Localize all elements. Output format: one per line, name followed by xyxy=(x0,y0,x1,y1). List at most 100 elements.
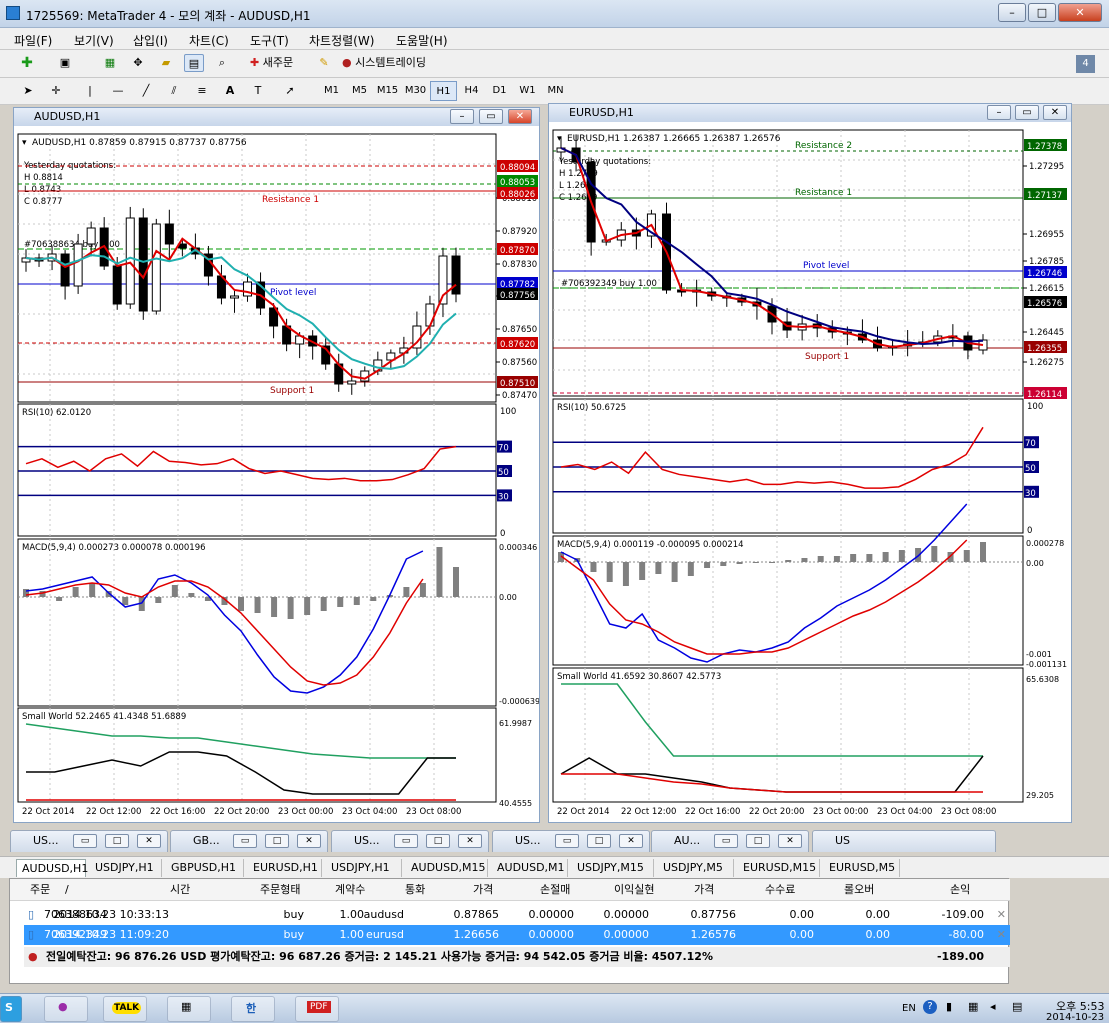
timeframe-h4[interactable]: H4 xyxy=(458,81,485,101)
tray-icon-2[interactable]: ▤ xyxy=(1012,1000,1022,1013)
messenger-task[interactable]: ● xyxy=(44,996,88,1022)
candle[interactable] xyxy=(125,217,135,305)
window-maximize-icon[interactable]: □ xyxy=(105,834,129,848)
chart-restore-button[interactable]: ▭ xyxy=(1015,105,1039,120)
text-tool[interactable]: A xyxy=(220,82,240,100)
window-maximize-icon[interactable]: □ xyxy=(265,834,289,848)
new-order-button[interactable]: ✚ 새주문 xyxy=(250,54,308,72)
column-header[interactable]: 손익 xyxy=(950,879,970,901)
timeframe-d1[interactable]: D1 xyxy=(486,81,513,101)
timeframe-mn[interactable]: MN xyxy=(542,81,569,101)
menu-charts[interactable]: 차트(C) xyxy=(189,32,229,49)
chart-restore-button[interactable]: ▭ xyxy=(479,109,503,124)
chart-tab[interactable]: EURUSD,M15 xyxy=(738,859,820,877)
cursor-tool[interactable]: ➤ xyxy=(18,82,38,100)
chart-tab[interactable]: AUDUSD,M1 xyxy=(492,859,568,877)
column-header[interactable]: 통화 xyxy=(405,879,425,901)
chart-window-audusd[interactable]: AUDUSD,H1 – ▭ ✕ AUDUSD,H1 0.87859 0.8791… xyxy=(13,107,540,823)
navigator-button[interactable]: ✥ xyxy=(128,54,148,72)
maximize-button[interactable]: □ xyxy=(1028,3,1056,22)
window-close-icon[interactable]: ✕ xyxy=(458,834,482,848)
new-chart-button[interactable]: ✚ xyxy=(17,54,37,72)
candle[interactable] xyxy=(151,223,161,312)
horizontal-line-tool[interactable]: — xyxy=(108,82,128,100)
rsi-pane[interactable] xyxy=(552,398,1024,534)
auto-trading-button[interactable]: ● 시스템트레이딩 xyxy=(342,54,442,72)
chart-tab[interactable]: EURUSD,H1 xyxy=(248,859,322,877)
crosshair-tool[interactable]: ✛ xyxy=(46,82,66,100)
candle[interactable] xyxy=(138,217,148,312)
chart-tab[interactable]: AUDUSD,H1 xyxy=(16,859,88,877)
chart-close-button[interactable]: ✕ xyxy=(1043,105,1067,120)
macd-pane[interactable] xyxy=(17,538,497,707)
candle[interactable] xyxy=(112,265,122,305)
candle[interactable] xyxy=(86,227,96,245)
window-close-icon[interactable]: ✕ xyxy=(137,834,161,848)
chart-close-button[interactable]: ✕ xyxy=(508,109,532,124)
window-maximize-icon[interactable]: □ xyxy=(426,834,450,848)
order-row[interactable]: ▯ 706388634 2014.10.23 10:33:13 buy 1.00 audu… xyxy=(24,905,1010,925)
skype-task[interactable]: S xyxy=(0,996,22,1022)
market-watch-button[interactable]: ▦ xyxy=(100,54,120,72)
volume-icon[interactable]: ◂ xyxy=(990,1000,996,1013)
arrows-tool[interactable]: ➚ xyxy=(280,82,300,100)
window-maximize-icon[interactable]: □ xyxy=(746,834,770,848)
chart-tab[interactable]: EURUSD,M5 xyxy=(824,859,900,877)
metatrader-task[interactable]: ▦ xyxy=(167,996,211,1022)
tester-button[interactable]: ⌕ xyxy=(212,54,232,72)
kakaotalk-task[interactable]: TALK xyxy=(103,996,147,1022)
chart-tab[interactable]: USDJPY,M15 xyxy=(572,859,654,877)
window-close-icon[interactable]: ✕ xyxy=(619,834,643,848)
notification-badge[interactable]: 4 xyxy=(1076,55,1095,73)
window-restore-icon[interactable]: ▭ xyxy=(233,834,257,848)
candle[interactable] xyxy=(347,380,357,385)
candle[interactable] xyxy=(243,281,253,297)
smallworld-pane[interactable] xyxy=(552,667,1024,803)
candle[interactable] xyxy=(164,223,174,245)
close-button[interactable]: ✕ xyxy=(1058,3,1102,22)
help-icon[interactable]: ? xyxy=(923,1000,937,1014)
window-close-icon[interactable]: ✕ xyxy=(297,834,321,848)
column-header[interactable]: 이익실현 xyxy=(614,879,654,901)
minimized-window[interactable]: AU... ▭ □ ✕ xyxy=(651,830,809,852)
equidistant-channel-tool[interactable]: ⫽ xyxy=(164,82,184,100)
column-header[interactable]: 수수료 xyxy=(765,879,795,901)
window-restore-icon[interactable]: ▭ xyxy=(394,834,418,848)
chart-tab[interactable]: USDJPY,H1 xyxy=(90,859,162,877)
candle[interactable] xyxy=(73,243,83,287)
price-pane[interactable] xyxy=(552,129,1024,397)
price-pane[interactable] xyxy=(17,133,497,403)
trendline-tool[interactable]: ╱ xyxy=(136,82,156,100)
chart-minimize-button[interactable]: – xyxy=(450,109,474,124)
timeframe-m30[interactable]: M30 xyxy=(402,81,429,101)
minimized-window[interactable]: US... ▭ □ ✕ xyxy=(331,830,489,852)
close-order-icon[interactable]: ✕ xyxy=(997,905,1006,925)
candle[interactable] xyxy=(425,303,435,327)
text-label-tool[interactable]: T xyxy=(248,82,268,100)
minimized-window[interactable]: US... ▭ □ ✕ xyxy=(492,830,650,852)
timeframe-m15[interactable]: M15 xyxy=(374,81,401,101)
chart-minimize-button[interactable]: – xyxy=(987,105,1011,120)
menu-help[interactable]: 도움말(H) xyxy=(396,32,448,49)
smallworld-pane[interactable] xyxy=(17,707,497,803)
data-window-button[interactable]: ▰ xyxy=(156,54,176,72)
minimized-window[interactable]: US... ▭ □ ✕ xyxy=(10,830,168,852)
order-row[interactable]: ▯ 706392349 2014.10.23 11:09:20 buy 1.00 euru… xyxy=(24,925,1010,945)
menu-file[interactable]: 파일(F) xyxy=(14,32,52,49)
terminal-side-handle[interactable] xyxy=(0,878,9,984)
menu-window[interactable]: 차트정렬(W) xyxy=(309,32,374,49)
terminal-button[interactable]: ▤ xyxy=(184,54,204,72)
hangul-task[interactable]: 한 xyxy=(231,996,275,1022)
candle[interactable] xyxy=(451,255,461,295)
chart-tab[interactable]: AUDUSD,M15 xyxy=(406,859,488,877)
language-indicator[interactable]: EN xyxy=(902,1003,916,1014)
timeframe-w1[interactable]: W1 xyxy=(514,81,541,101)
candle[interactable] xyxy=(60,253,70,287)
rsi-pane[interactable] xyxy=(17,403,497,537)
column-header[interactable]: 주문 xyxy=(30,879,50,901)
metaeditor-button[interactable]: ✎ xyxy=(314,54,334,72)
chart-tab[interactable]: GBPUSD,H1 xyxy=(166,859,244,877)
chart-tab[interactable]: USDJPY,H1 xyxy=(326,859,402,877)
window-maximize-icon[interactable]: □ xyxy=(587,834,611,848)
column-header[interactable]: 계약수 xyxy=(335,879,365,901)
